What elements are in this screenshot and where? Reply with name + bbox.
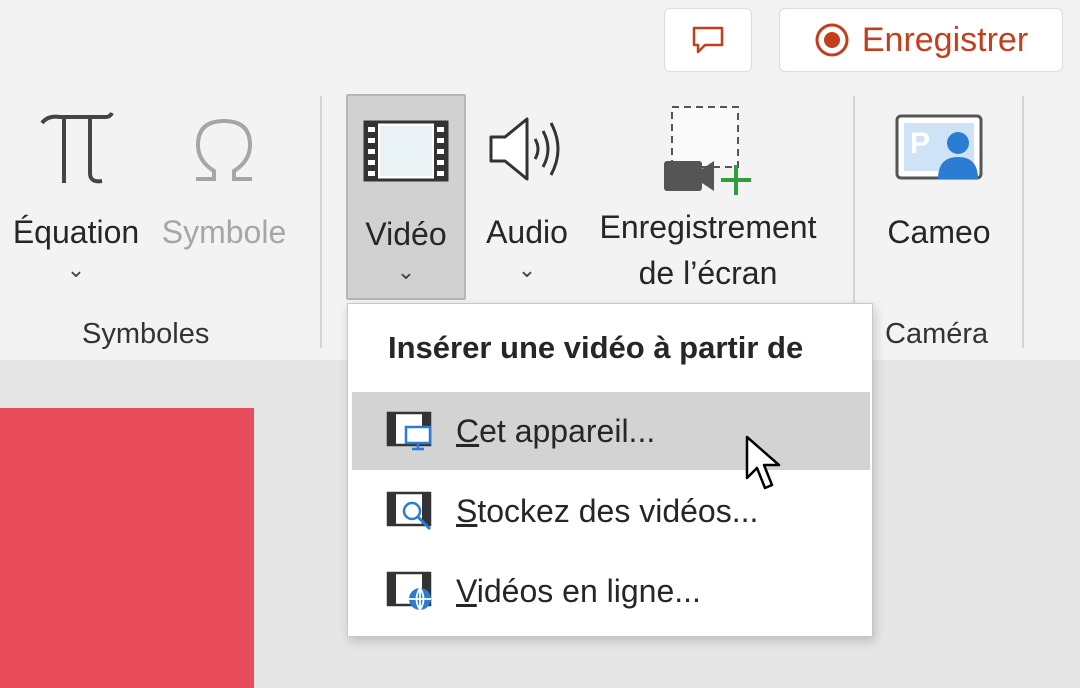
comment-button[interactable] (664, 8, 752, 72)
stock-video-icon (386, 491, 432, 531)
cameo-icon: P (895, 114, 983, 180)
speaker-icon (489, 117, 560, 181)
video-button[interactable]: Vidéo ⌄ (346, 94, 466, 300)
group-label-symboles: Symboles (82, 318, 210, 350)
omega-icon (195, 118, 253, 181)
mouse-cursor-icon (745, 435, 781, 490)
device-video-icon (386, 411, 432, 451)
chevron-down-icon: ⌄ (66, 257, 86, 282)
record-icon (815, 23, 849, 57)
online-video-icon (386, 571, 432, 611)
audio-button[interactable]: Audio ⌄ (472, 94, 582, 300)
screen-recording-button[interactable]: Enregistrement de l’écran (592, 94, 824, 300)
screen-recording-label-line1: Enregistrement (599, 209, 817, 245)
group-separator (1022, 96, 1024, 348)
audio-label: Audio (486, 214, 568, 250)
chevron-down-icon: ⌄ (396, 259, 416, 284)
record-label: Enregistrer (861, 20, 1029, 59)
menu-item-this-device[interactable]: Cet appareil... (352, 392, 870, 470)
menu-item-label: Cet appareil... (456, 412, 656, 449)
film-icon (363, 120, 449, 182)
pi-icon (40, 112, 114, 184)
equation-label: Équation (12, 214, 140, 250)
slide-shape[interactable] (0, 408, 254, 688)
screen-record-icon (664, 106, 751, 195)
menu-item-online-videos[interactable]: Vidéos en ligne... (352, 552, 870, 630)
chevron-down-icon: ⌄ (517, 257, 537, 282)
group-separator (320, 96, 322, 348)
symbol-button[interactable]: Symbole (154, 94, 294, 300)
svg-text:P: P (910, 127, 930, 160)
comment-icon (692, 26, 724, 54)
cameo-button[interactable]: P Cameo (876, 94, 1002, 300)
menu-item-label: Vidéos en ligne... (456, 572, 701, 609)
screen-recording-label-line2: de l’écran (638, 255, 778, 291)
symbol-label: Symbole (161, 214, 287, 250)
record-button[interactable]: Enregistrer (779, 8, 1063, 72)
video-insert-menu: Insérer une vidéo à partir de Cet appare… (347, 303, 873, 637)
menu-item-label: Stockez des vidéos... (456, 492, 759, 529)
video-label: Vidéo (365, 216, 447, 252)
group-label-camera: Caméra (885, 318, 989, 350)
cameo-label: Cameo (887, 214, 991, 250)
equation-button[interactable]: Équation ⌄ (4, 94, 148, 300)
menu-title: Insérer une vidéo à partir de (388, 330, 804, 365)
menu-item-stock-videos[interactable]: Stockez des vidéos... (352, 472, 870, 550)
